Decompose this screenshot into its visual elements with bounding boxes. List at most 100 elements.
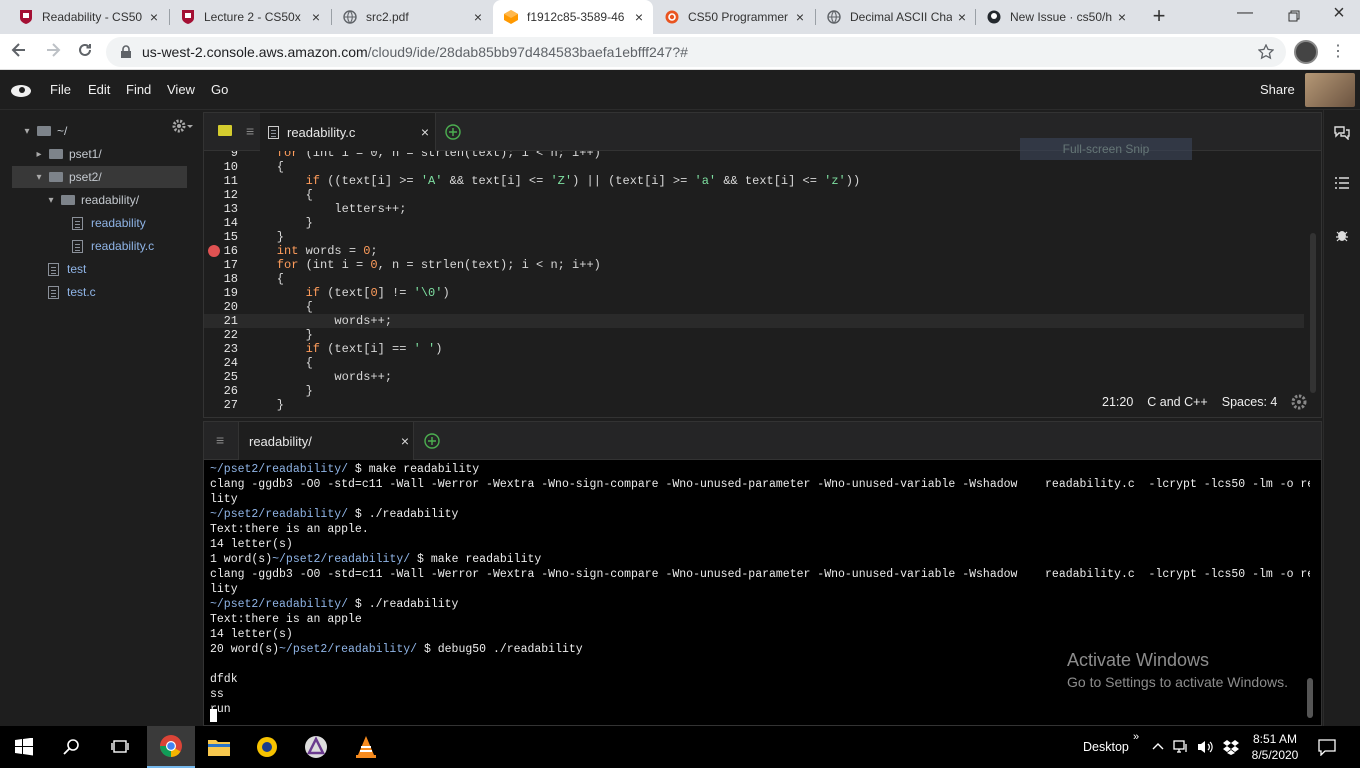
code-line[interactable]: 24 { <box>204 356 1304 370</box>
code-line[interactable]: 13 letters++; <box>204 202 1304 216</box>
browser-tab[interactable]: CS50 Programmer × <box>654 0 814 34</box>
code-line[interactable]: 16 int words = 0; <box>204 244 1304 258</box>
add-terminal-plus-icon[interactable] <box>423 432 441 450</box>
terminal-tab-menu-icon[interactable]: ≡ <box>216 432 224 448</box>
browser-tab[interactable]: Readability - CS50 × <box>8 0 168 34</box>
reload-button[interactable] <box>76 41 98 63</box>
line-number[interactable]: 22 <box>204 328 238 342</box>
menu-find[interactable]: Find <box>126 82 151 97</box>
tree-folder[interactable]: ▸ pset1/ <box>12 143 187 165</box>
line-number[interactable]: 19 <box>204 286 238 300</box>
code-line[interactable]: 15 } <box>204 230 1304 244</box>
code-line[interactable]: 23 if (text[i] == ' ') <box>204 342 1304 356</box>
chrome-taskbar-button[interactable] <box>147 726 195 768</box>
code-line[interactable]: 22 } <box>204 328 1304 342</box>
code-line[interactable]: 20 { <box>204 300 1304 314</box>
dropbox-icon[interactable] <box>1222 738 1240 756</box>
user-avatar[interactable] <box>1305 73 1355 107</box>
vlc-taskbar-button[interactable] <box>342 726 390 768</box>
code-line[interactable]: 17 for (int i = 0, n = strlen(text); i <… <box>204 258 1304 272</box>
chevron-right-icon[interactable]: ▸ <box>32 149 46 160</box>
chevron-down-icon[interactable]: ▾ <box>44 195 58 206</box>
chevron-up-icon[interactable] <box>1152 742 1164 750</box>
share-button[interactable]: Share <box>1260 82 1295 97</box>
chevron-down-icon[interactable]: ▾ <box>32 172 46 183</box>
back-button[interactable] <box>10 41 32 63</box>
breakpoint-icon[interactable] <box>208 245 220 257</box>
notifications-icon[interactable] <box>1318 739 1336 756</box>
editor-settings-gear-icon[interactable] <box>1291 394 1307 410</box>
code-line[interactable]: 12 { <box>204 188 1304 202</box>
editor-scrollbar[interactable] <box>1310 233 1316 393</box>
line-number[interactable]: 23 <box>204 342 238 356</box>
restore-button[interactable] <box>1281 4 1307 28</box>
minimize-button[interactable]: — <box>1232 4 1258 28</box>
search-button[interactable] <box>48 726 96 768</box>
close-tab-icon[interactable]: × <box>796 9 804 25</box>
code-area[interactable]: 9 for (int i = 0, n = strlen(text); i < … <box>204 151 1321 417</box>
start-button[interactable] <box>0 726 48 768</box>
tree-folder[interactable]: ▾ pset2/ <box>12 166 187 188</box>
volume-icon[interactable] <box>1197 739 1215 755</box>
close-tab-icon[interactable]: × <box>635 9 643 25</box>
line-number[interactable]: 27 <box>204 398 238 412</box>
menu-file[interactable]: File <box>50 82 71 97</box>
browser-tab[interactable]: Lecture 2 - CS50x × <box>170 0 330 34</box>
app-taskbar-button-1[interactable] <box>243 726 291 768</box>
task-view-button[interactable] <box>96 726 144 768</box>
close-tab-icon[interactable]: × <box>1118 9 1126 25</box>
line-number[interactable]: 25 <box>204 370 238 384</box>
menu-view[interactable]: View <box>167 82 195 97</box>
browser-menu-kebab-icon[interactable]: ⋮ <box>1330 42 1346 62</box>
line-number[interactable]: 20 <box>204 300 238 314</box>
editor-tab-readability-c[interactable]: readability.c × <box>260 113 436 151</box>
debugger-bug-icon[interactable] <box>1335 228 1349 242</box>
star-bookmark-icon[interactable] <box>1258 44 1274 60</box>
tree-file[interactable]: readability.c <box>12 235 187 257</box>
tree-file[interactable]: test <box>12 258 187 280</box>
app-taskbar-button-2[interactable] <box>292 726 340 768</box>
close-tab-icon[interactable]: × <box>474 9 482 25</box>
terminal-tab[interactable]: readability/ × <box>238 422 414 460</box>
line-number[interactable]: 12 <box>204 188 238 202</box>
close-window-button[interactable]: × <box>1326 2 1352 26</box>
browser-tab[interactable]: f1912c85-3589-46 × <box>493 0 653 34</box>
code-line[interactable]: 9 for (int i = 0, n = strlen(text); i < … <box>204 151 1304 160</box>
code-line[interactable]: 25 words++; <box>204 370 1304 384</box>
menu-go[interactable]: Go <box>211 82 228 97</box>
line-number[interactable]: 14 <box>204 216 238 230</box>
code-line[interactable]: 19 if (text[0] != '\0') <box>204 286 1304 300</box>
close-tab-icon[interactable]: × <box>958 9 966 25</box>
tree-file[interactable]: test.c <box>12 281 187 303</box>
file-explorer-taskbar-button[interactable] <box>195 726 243 768</box>
terminal-scrollbar[interactable] <box>1307 678 1313 718</box>
collaborate-chat-icon[interactable] <box>1334 126 1350 140</box>
line-number[interactable]: 18 <box>204 272 238 286</box>
new-tab-button[interactable]: + <box>1146 5 1172 29</box>
clock[interactable]: 8:51 AM 8/5/2020 <box>1248 731 1302 763</box>
desktop-toolbar-label[interactable]: Desktop <box>1083 740 1129 754</box>
url-omnibox[interactable]: us-west-2.console.aws.amazon.com/cloud9/… <box>106 37 1286 67</box>
browser-tab[interactable]: src2.pdf × <box>332 0 492 34</box>
line-number[interactable]: 15 <box>204 230 238 244</box>
menu-edit[interactable]: Edit <box>88 82 110 97</box>
code-line[interactable]: 11 if ((text[i] >= 'A' && text[i] <= 'Z'… <box>204 174 1304 188</box>
tree-folder[interactable]: ▾ readability/ <box>12 189 187 211</box>
line-number[interactable]: 24 <box>204 356 238 370</box>
line-number[interactable]: 17 <box>204 258 238 272</box>
line-number[interactable]: 26 <box>204 384 238 398</box>
chevron-expand-icon[interactable]: » <box>1133 731 1139 743</box>
profile-avatar[interactable] <box>1294 40 1318 64</box>
close-terminal-tab-icon[interactable]: × <box>401 433 409 449</box>
tab-menu-icon[interactable]: ≡ <box>246 123 254 139</box>
close-tab-icon[interactable]: × <box>421 124 429 140</box>
code-line[interactable]: 14 } <box>204 216 1304 230</box>
code-line[interactable]: 10 { <box>204 160 1304 174</box>
indent-setting[interactable]: Spaces: 4 <box>1222 395 1278 409</box>
browser-tab[interactable]: New Issue · cs50/h × <box>976 0 1136 34</box>
line-number[interactable]: 21 <box>204 314 238 328</box>
line-number[interactable]: 11 <box>204 174 238 188</box>
code-line[interactable]: 18 { <box>204 272 1304 286</box>
close-tab-icon[interactable]: × <box>150 9 158 25</box>
line-number[interactable]: 10 <box>204 160 238 174</box>
